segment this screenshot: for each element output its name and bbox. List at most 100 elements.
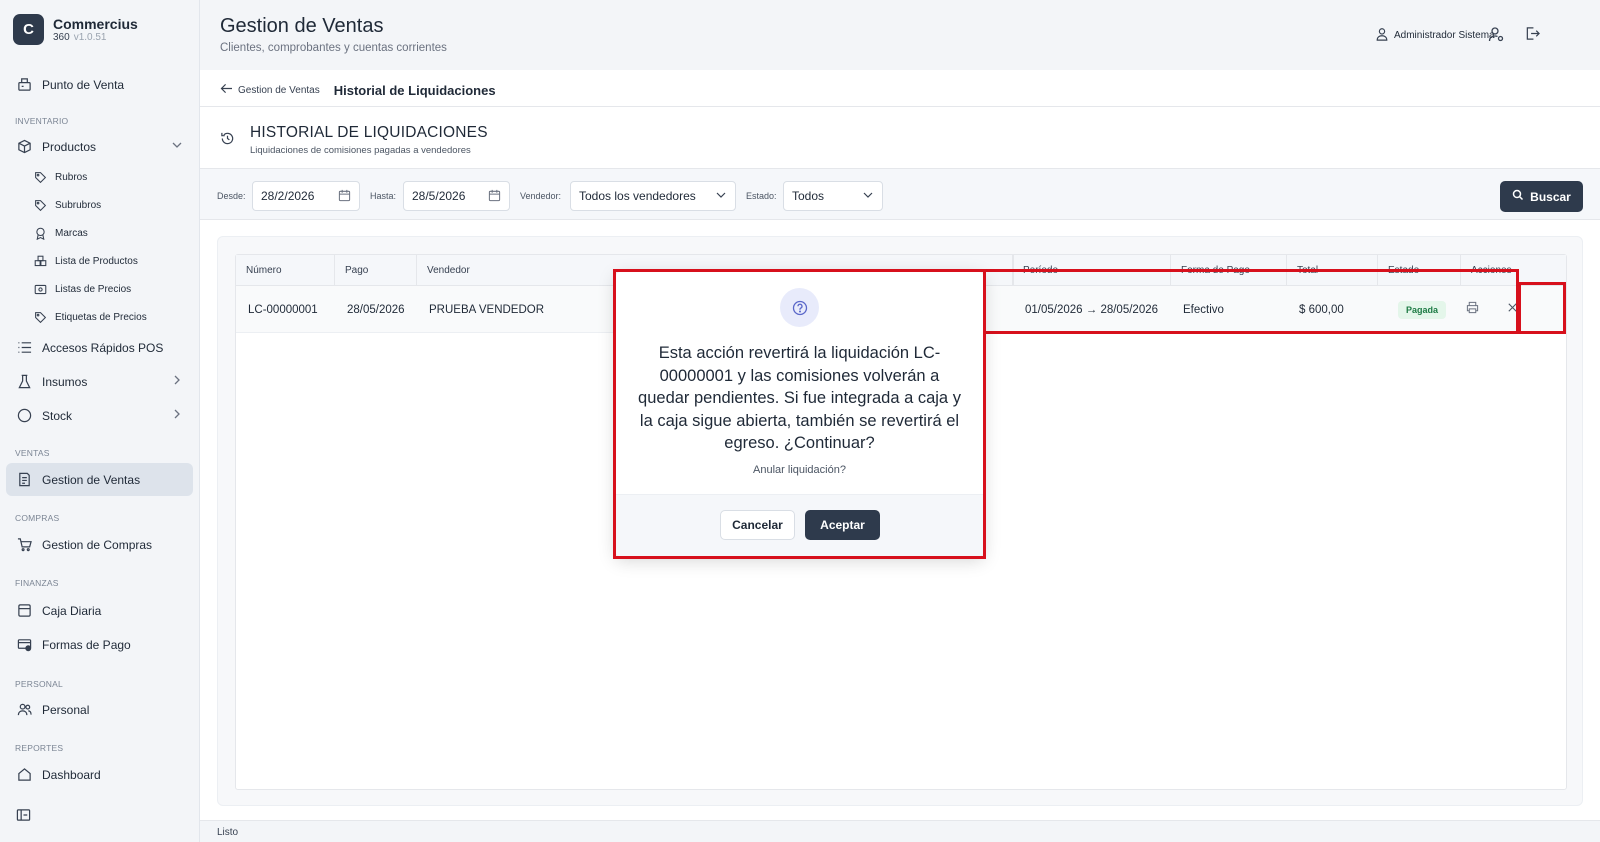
page-title: Gestion de Ventas bbox=[220, 15, 384, 37]
sidebar-item-punto-de-venta[interactable]: Punto de Venta bbox=[6, 68, 193, 101]
sidebar-subitem-lista-de-productos[interactable]: Lista de Productos bbox=[33, 248, 138, 274]
sidebar-item-label: Punto de Venta bbox=[42, 77, 125, 92]
price-list-icon bbox=[33, 282, 47, 296]
chevron-down-icon bbox=[862, 189, 874, 204]
box-icon bbox=[16, 139, 32, 155]
search-icon bbox=[1512, 189, 1524, 204]
breadcrumb-current: Historial de Liquidaciones bbox=[333, 82, 496, 98]
tag-icon bbox=[33, 170, 47, 184]
chevron-down-icon bbox=[715, 189, 727, 204]
sidebar-section-ventas: VENTAS bbox=[15, 448, 50, 458]
sidebar-item-formas-de-pago[interactable]: Formas de Pago bbox=[6, 628, 193, 661]
divider bbox=[200, 106, 1600, 107]
sidebar: C Commercius 360 v1.0.51 Punto de Venta I… bbox=[0, 0, 200, 842]
user-name: Administrador Sistema bbox=[1394, 30, 1495, 41]
sidebar-item-label: Lista de Productos bbox=[55, 255, 138, 267]
desde-date-input[interactable]: 28/2/2026 bbox=[252, 181, 360, 211]
tag-icon bbox=[33, 198, 47, 212]
status-text: Listo bbox=[217, 827, 239, 838]
sidebar-item-label: Accesos Rápidos POS bbox=[42, 340, 164, 355]
search-button[interactable]: Buscar bbox=[1500, 181, 1583, 212]
sidebar-item-dashboard[interactable]: Dashboard bbox=[6, 758, 193, 782]
sidebar-item-accesos-rapidos-pos[interactable]: Accesos Rápidos POS bbox=[6, 331, 193, 364]
section-title: HISTORIAL DE LIQUIDACIONES bbox=[250, 124, 488, 141]
sidebar-subitem-etiquetas-de-precios[interactable]: Etiquetas de Precios bbox=[33, 304, 147, 330]
sidebar-section-reportes: REPORTES bbox=[15, 743, 64, 753]
sidebar-section-personal: PERSONAL bbox=[15, 679, 63, 689]
app-header: Gestion de Ventas Clientes, comprobantes… bbox=[200, 0, 1600, 70]
chevron-right-icon bbox=[171, 408, 183, 423]
sidebar-item-label: Gestion de Compras bbox=[42, 537, 153, 552]
sidebar-item-label: Gestion de Ventas bbox=[42, 472, 141, 487]
brand-name: Commercius bbox=[53, 15, 138, 32]
award-icon bbox=[33, 226, 47, 240]
sidebar-item-label: Stock bbox=[42, 408, 73, 423]
estado-label: Estado: bbox=[746, 191, 777, 201]
sidebar-item-label: Etiquetas de Precios bbox=[55, 311, 147, 323]
calendar-icon bbox=[338, 189, 351, 205]
tag-icon bbox=[33, 310, 47, 324]
sidebar-item-label: Productos bbox=[42, 139, 97, 154]
estado-select[interactable]: Todos bbox=[783, 181, 883, 211]
arrow-left-icon bbox=[220, 83, 233, 97]
filter-bar: Desde: 28/2/2026 Hasta: 28/5/2026 Vended… bbox=[200, 168, 1600, 220]
user-icon bbox=[1375, 27, 1389, 44]
boxes-icon bbox=[33, 254, 47, 268]
breadcrumb-back-label: Gestion de Ventas bbox=[238, 84, 320, 96]
sidebar-item-label: Caja Diaria bbox=[42, 603, 102, 618]
sidebar-toggle-icon[interactable] bbox=[16, 808, 31, 827]
section-subtitle: Liquidaciones de comisiones pagadas a ve… bbox=[250, 145, 471, 156]
user-settings-icon[interactable] bbox=[1488, 26, 1504, 47]
sidebar-item-personal[interactable]: Personal bbox=[6, 693, 193, 726]
sidebar-subitem-rubros[interactable]: Rubros bbox=[33, 164, 87, 190]
circle-icon bbox=[16, 408, 32, 424]
highlight-dialog bbox=[613, 269, 986, 559]
cell-pago: 28/05/2026 bbox=[347, 303, 405, 316]
sidebar-item-caja-diaria[interactable]: Caja Diaria bbox=[6, 594, 193, 627]
sidebar-item-gestion-de-ventas[interactable]: Gestion de Ventas bbox=[6, 463, 193, 496]
status-bar: Listo bbox=[200, 820, 1600, 842]
brand: C Commercius 360 v1.0.51 bbox=[0, 0, 199, 59]
highlight-annul-action bbox=[1518, 282, 1566, 334]
hasta-value: 28/5/2026 bbox=[412, 189, 466, 203]
chevron-down-icon bbox=[171, 139, 183, 154]
vendedor-label: Vendedor: bbox=[520, 191, 562, 201]
sidebar-subitem-listas-de-precios[interactable]: Listas de Precios bbox=[33, 276, 131, 302]
desde-value: 28/2/2026 bbox=[261, 189, 315, 203]
user-menu[interactable]: Administrador Sistema bbox=[1375, 27, 1495, 44]
cell-numero: LC-00000001 bbox=[248, 303, 318, 316]
sidebar-item-label: Dashboard bbox=[42, 768, 101, 782]
history-icon bbox=[220, 131, 235, 151]
receipt-icon bbox=[16, 472, 32, 488]
hasta-date-input[interactable]: 28/5/2026 bbox=[403, 181, 510, 211]
sidebar-section-inventario: INVENTARIO bbox=[15, 116, 69, 126]
column-header-pago[interactable]: Pago bbox=[335, 255, 417, 286]
vendedor-select[interactable]: Todos los vendedores bbox=[570, 181, 736, 211]
sidebar-item-stock[interactable]: Stock bbox=[6, 399, 193, 432]
brand-version: v1.0.51 bbox=[73, 31, 107, 43]
sidebar-item-gestion-de-compras[interactable]: Gestion de Compras bbox=[6, 528, 193, 561]
chevron-right-icon bbox=[171, 374, 183, 389]
column-header-numero[interactable]: Número bbox=[236, 255, 335, 286]
cart-icon bbox=[16, 537, 32, 553]
sidebar-section-compras: COMPRAS bbox=[15, 513, 60, 523]
highlight-row bbox=[984, 269, 1519, 334]
sidebar-item-productos[interactable]: Productos bbox=[6, 130, 193, 163]
brand-sub: 360 bbox=[53, 31, 70, 43]
calendar-icon bbox=[488, 189, 501, 205]
search-button-label: Buscar bbox=[1530, 189, 1571, 204]
brand-logo: C bbox=[13, 14, 44, 45]
sidebar-item-label: Formas de Pago bbox=[42, 637, 131, 652]
sidebar-item-label: Insumos bbox=[42, 374, 88, 389]
estado-value: Todos bbox=[792, 189, 825, 203]
breadcrumb-back-link[interactable]: Gestion de Ventas bbox=[220, 83, 320, 97]
users-icon bbox=[16, 702, 32, 718]
sidebar-item-insumos[interactable]: Insumos bbox=[6, 365, 193, 398]
vendedor-value: Todos los vendedores bbox=[579, 189, 696, 203]
sidebar-item-label: Subrubros bbox=[55, 199, 102, 211]
sidebar-subitem-marcas[interactable]: Marcas bbox=[33, 220, 88, 246]
sidebar-subitem-subrubros[interactable]: Subrubros bbox=[33, 192, 101, 218]
sidebar-item-label: Personal bbox=[42, 702, 90, 717]
home-icon bbox=[16, 766, 32, 782]
logout-icon[interactable] bbox=[1525, 26, 1540, 46]
